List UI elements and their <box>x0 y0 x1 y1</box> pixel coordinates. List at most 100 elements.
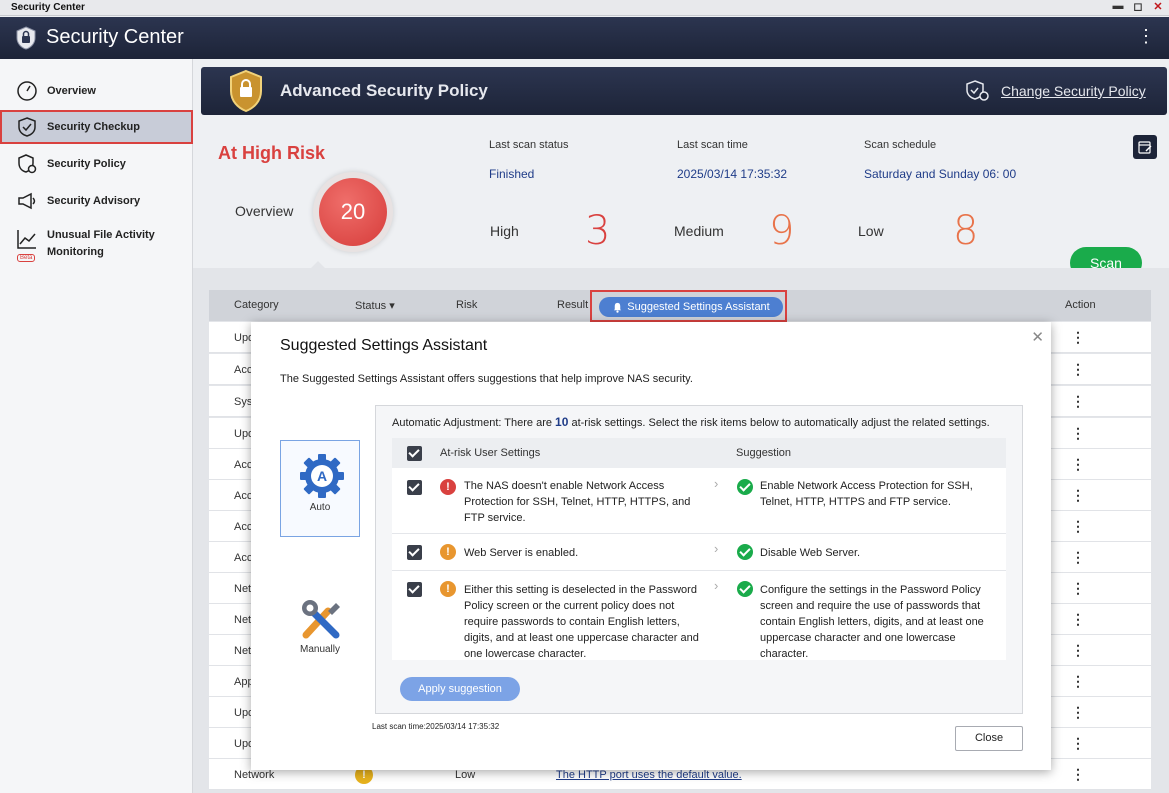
schedule-edit-button[interactable] <box>1133 135 1157 159</box>
apply-suggestion-button[interactable]: Apply suggestion <box>400 677 520 701</box>
list-item: ! Either this setting is deselected in t… <box>392 572 1006 660</box>
sidebar-item-security-policy[interactable]: Security Policy <box>0 147 193 181</box>
medium-count: 9 <box>769 208 795 254</box>
scan-summary: At High Risk Overview 20 Last scan statu… <box>193 118 1169 279</box>
row-actions-icon[interactable]: ⋮ <box>1071 426 1085 440</box>
sidebar-item-unusual-file-activity[interactable]: Unusual File Activity Monitoring Beta <box>0 221 193 265</box>
row-category: Acc <box>234 490 253 502</box>
more-options-icon[interactable]: ⋮ <box>1137 27 1155 45</box>
last-scan-time-label: Last scan time <box>677 139 748 151</box>
item-suggestion: Configure the settings in the Password P… <box>760 584 984 660</box>
suggested-settings-assistant-button[interactable]: Suggested Settings Assistant <box>599 297 783 317</box>
row-actions-icon[interactable]: ⋮ <box>1071 767 1085 781</box>
shield-check-icon <box>15 115 39 139</box>
sidebar-item-security-checkup[interactable]: Security Checkup <box>0 110 193 144</box>
overview-label: Overview <box>235 203 294 219</box>
item-suggestion: Disable Web Server. <box>760 547 861 559</box>
select-all-checkbox[interactable] <box>407 446 422 461</box>
at-risk-settings-table: At-risk User Settings Suggestion ! The N… <box>392 438 1006 660</box>
scan-schedule-value: Saturday and Sunday 06: 00 <box>864 167 1017 181</box>
sidebar-item-label: Unusual File Activity Monitoring <box>47 229 155 258</box>
row-category: Net <box>234 614 252 626</box>
dialog-close-icon[interactable]: ✕ <box>1031 328 1044 346</box>
sidebar-item-security-advisory[interactable]: Security Advisory <box>0 184 193 218</box>
minimize-icon[interactable]: ▬ <box>1111 0 1125 13</box>
total-risk-count: 20 <box>319 178 387 246</box>
row-actions-icon[interactable]: ⋮ <box>1071 612 1085 626</box>
row-actions-icon[interactable]: ⋮ <box>1071 643 1085 657</box>
sidebar: Overview Security Checkup Security Polic… <box>0 59 193 793</box>
chevron-right-icon: › <box>714 476 719 491</box>
mode-manually[interactable]: Manually <box>280 594 360 691</box>
security-center-logo-icon <box>16 26 36 50</box>
app-title: Security Center <box>46 26 184 48</box>
close-button[interactable]: Close <box>955 726 1023 751</box>
row-actions-icon[interactable]: ⋮ <box>1071 362 1085 376</box>
row-actions-icon[interactable]: ⋮ <box>1071 330 1085 344</box>
tools-icon <box>302 600 340 639</box>
scan-schedule-label: Scan schedule <box>864 139 937 151</box>
row-category: Net <box>234 645 252 657</box>
sidebar-item-overview[interactable]: Overview <box>0 74 193 108</box>
app-header: Security Center ⋮ <box>0 17 1169 59</box>
maximize-icon[interactable]: ◻ <box>1131 0 1145 13</box>
scan-schedule: Scan schedule Saturday and Sunday 06: 00 <box>864 139 1016 181</box>
check-circle-icon <box>737 479 753 495</box>
row-category: Net <box>234 583 252 595</box>
row-category: Acc <box>234 459 253 471</box>
chevron-right-icon: › <box>714 541 719 556</box>
dialog-description: The Suggested Settings Assistant offers … <box>280 373 693 385</box>
medium-risk-icon: ! <box>440 581 456 597</box>
auto-adjustment-text: Automatic Adjustment: There are 10 at-ri… <box>392 415 990 429</box>
svg-text:A: A <box>317 468 327 484</box>
change-security-policy-link[interactable]: Change Security Policy <box>1001 83 1146 99</box>
item-checkbox[interactable] <box>407 582 422 597</box>
mode-auto[interactable]: A Auto <box>280 440 360 537</box>
col-risk[interactable]: Risk <box>456 299 477 311</box>
row-actions-icon[interactable]: ⋮ <box>1071 674 1085 688</box>
dialog-last-scan-time: Last scan time:2025/03/14 17:35:32 <box>372 722 500 731</box>
item-checkbox[interactable] <box>407 480 422 495</box>
megaphone-icon <box>15 189 39 213</box>
col-suggestion: Suggestion <box>736 447 792 459</box>
list-item: ! Web Server is enabled. › Disable Web S… <box>392 535 1006 571</box>
item-checkbox[interactable] <box>407 545 422 560</box>
row-category: Sys <box>234 396 253 408</box>
high-count: 3 <box>585 208 611 254</box>
row-actions-icon[interactable]: ⋮ <box>1071 488 1085 502</box>
low-count: 8 <box>953 208 979 254</box>
gauge-icon <box>15 79 39 103</box>
col-at-risk-settings: At-risk User Settings <box>440 447 541 459</box>
item-suggestion: Enable Network Access Protection for SSH… <box>760 480 973 508</box>
row-actions-icon[interactable]: ⋮ <box>1071 581 1085 595</box>
last-scan-time: Last scan time 2025/03/14 17:35:32 <box>677 139 787 181</box>
last-scan-status-label: Last scan status <box>489 139 569 151</box>
mode-auto-label: Auto <box>309 502 331 513</box>
risk-level-title: At High Risk <box>218 143 326 163</box>
chevron-right-icon: › <box>714 578 719 593</box>
row-category: Network <box>234 769 275 781</box>
sidebar-item-label: Overview <box>47 85 96 97</box>
medium-risk-icon: ! <box>440 544 456 560</box>
row-actions-icon[interactable]: ⋮ <box>1071 394 1085 408</box>
beta-badge: Beta <box>17 254 36 262</box>
col-status[interactable]: Status ▾ <box>355 299 395 312</box>
close-window-icon[interactable]: ✕ <box>1151 0 1165 13</box>
mode-manually-label: Manually <box>299 644 341 655</box>
row-actions-icon[interactable]: ⋮ <box>1071 736 1085 750</box>
policy-banner: Advanced Security Policy Change Security… <box>201 67 1167 115</box>
at-risk-count: 10 <box>555 415 569 429</box>
row-actions-icon[interactable]: ⋮ <box>1071 519 1085 533</box>
row-actions-icon[interactable]: ⋮ <box>1071 550 1085 564</box>
policy-title: Advanced Security Policy <box>280 81 488 100</box>
row-actions-icon[interactable]: ⋮ <box>1071 705 1085 719</box>
list-item: ! The NAS doesn't enable Network Access … <box>392 468 1006 534</box>
low-label: Low <box>858 223 884 239</box>
item-setting: Either this setting is deselected in the… <box>464 584 699 660</box>
auto-gear-icon: A <box>300 454 344 498</box>
settings-table-header: At-risk User Settings Suggestion <box>392 438 1006 468</box>
row-actions-icon[interactable]: ⋮ <box>1071 457 1085 471</box>
row-result-link[interactable]: The HTTP port uses the default value. <box>556 769 742 781</box>
col-category[interactable]: Category <box>234 299 279 311</box>
last-scan-time-value: 2025/03/14 17:35:32 <box>677 167 788 181</box>
